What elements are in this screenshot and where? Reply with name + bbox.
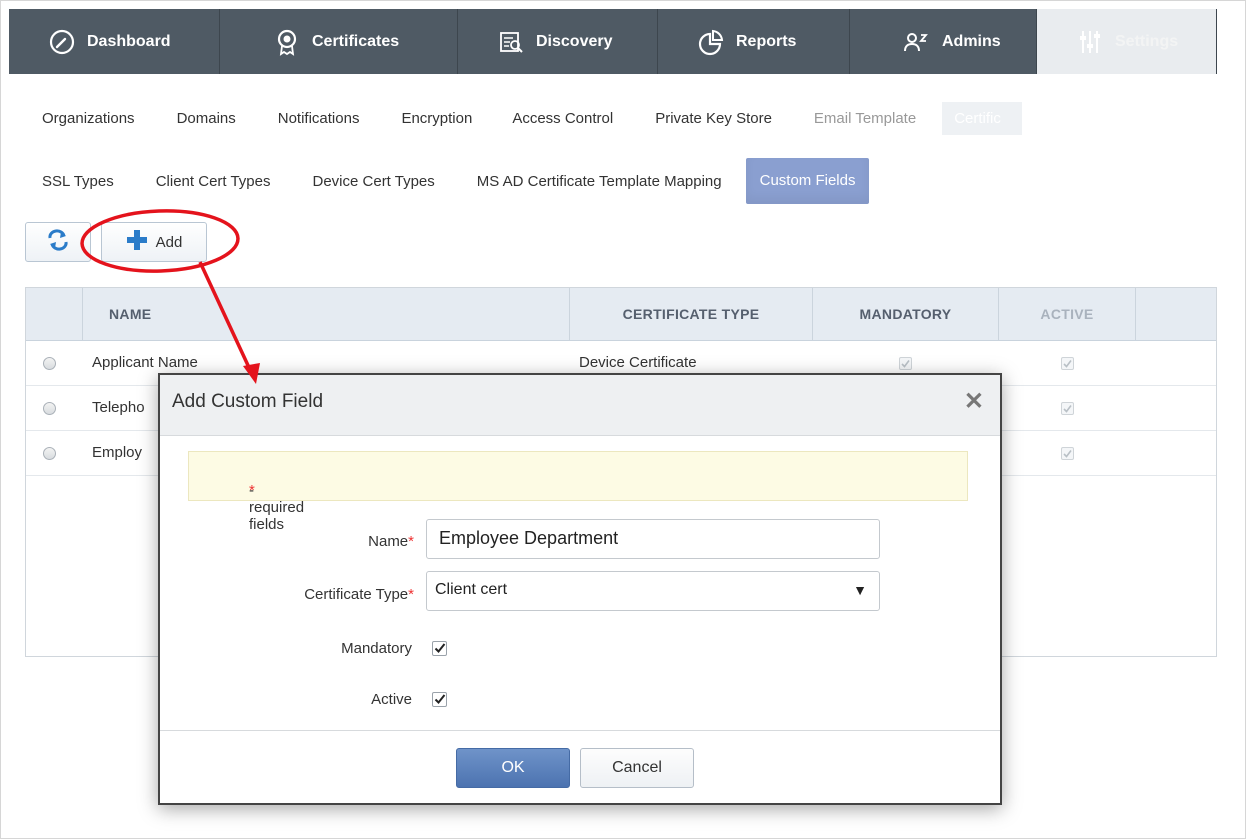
nav-tab-reports[interactable]: Reports: [658, 9, 850, 74]
nav-tab-admins[interactable]: Admins: [850, 9, 1037, 74]
active-label: Active: [371, 691, 412, 708]
gauge-icon: [47, 27, 77, 57]
row-radio[interactable]: [43, 402, 56, 415]
add-custom-field-dialog: Add Custom Field ✕ * -required fields Nam…: [158, 373, 1002, 805]
row-mandatory-checkbox: [899, 357, 912, 370]
nav-tab-dashboard[interactable]: Dashboard: [9, 9, 220, 74]
required-star: *: [408, 533, 414, 550]
certificate-type-label-text: Certificate Type: [304, 586, 409, 603]
nav-tab-label: Settings: [1115, 32, 1179, 50]
submenu-encryption[interactable]: Encryption: [401, 110, 472, 127]
certificate-icon: [272, 27, 302, 57]
nav-tab-settings[interactable]: Settings: [1037, 9, 1217, 74]
submenu-notifications[interactable]: Notifications: [278, 110, 360, 127]
top-navigation: Dashboard Certificates Discovery Reports…: [9, 9, 1217, 74]
submenu-device-cert-types[interactable]: Device Cert Types: [313, 173, 435, 190]
name-input[interactable]: Employee Department: [426, 519, 880, 559]
submenu-ssl-types[interactable]: SSL Types: [42, 173, 114, 190]
settings-submenu: Organizations Domains Notifications Encr…: [42, 100, 1023, 136]
row-name: Applicant Name: [92, 354, 198, 371]
sliders-icon: [1075, 27, 1105, 57]
row-name: Telepho: [92, 399, 145, 416]
active-checkbox[interactable]: [432, 692, 447, 707]
dropdown-caret-icon: ▼: [853, 582, 867, 598]
pie-chart-icon: [696, 27, 726, 57]
row-certificate-type: Device Certificate: [579, 354, 697, 371]
dialog-header: Add Custom Field ✕: [160, 375, 1000, 436]
row-active-checkbox: [1061, 357, 1074, 370]
submenu-private-key-store[interactable]: Private Key Store: [655, 110, 772, 127]
discovery-icon: [496, 27, 526, 57]
name-label: Name*: [368, 533, 414, 550]
nav-tab-label: Certificates: [312, 32, 400, 50]
row-name: Employ: [92, 444, 143, 461]
refresh-button[interactable]: [25, 222, 91, 262]
column-header-name[interactable]: NAME: [83, 288, 570, 340]
add-button[interactable]: Add: [101, 222, 207, 262]
certificate-type-select[interactable]: Client cert ▼: [426, 571, 880, 611]
add-button-label: Add: [155, 233, 183, 251]
custom-fields-submenu: SSL Types Client Cert Types Device Cert …: [42, 158, 870, 204]
refresh-icon: [46, 229, 70, 255]
nav-tab-label: Admins: [942, 32, 1001, 50]
notice-text: -required fields: [249, 482, 305, 533]
close-icon[interactable]: ✕: [964, 387, 984, 416]
nav-tab-certificates[interactable]: Certificates: [220, 9, 458, 74]
mandatory-checkbox[interactable]: [432, 641, 447, 656]
row-radio[interactable]: [43, 447, 56, 460]
nav-tab-label: Reports: [736, 32, 797, 50]
column-header-certificate-type[interactable]: CERTIFICATE TYPE: [570, 288, 813, 340]
name-label-text: Name: [368, 533, 409, 550]
submenu-certificate[interactable]: Certific: [942, 101, 1023, 135]
row-active-checkbox: [1061, 447, 1074, 460]
submenu-email-template[interactable]: Email Template: [814, 110, 916, 127]
nav-tab-discovery[interactable]: Discovery: [458, 9, 658, 74]
ok-button[interactable]: OK: [456, 748, 570, 788]
cancel-button[interactable]: Cancel: [580, 748, 694, 788]
column-header-active[interactable]: ACTIVE: [999, 288, 1136, 340]
nav-tab-label: Discovery: [536, 32, 613, 50]
table-header: NAME CERTIFICATE TYPE MANDATORY ACTIVE: [26, 288, 1216, 341]
plus-icon: [126, 229, 148, 255]
required-fields-notice: * -required fields: [188, 451, 968, 533]
select-column-header: [26, 288, 83, 340]
submenu-access-control[interactable]: Access Control: [512, 110, 613, 127]
admins-icon: [902, 27, 932, 57]
row-active-checkbox: [1061, 402, 1074, 415]
column-header-mandatory[interactable]: MANDATORY: [813, 288, 999, 340]
submenu-domains[interactable]: Domains: [177, 110, 236, 127]
certificate-type-value: Client cert: [435, 581, 508, 598]
required-star: *: [408, 586, 414, 603]
submenu-custom-fields[interactable]: Custom Fields: [745, 158, 870, 204]
dialog-title: Add Custom Field: [172, 391, 324, 412]
row-radio[interactable]: [43, 357, 56, 370]
submenu-organizations[interactable]: Organizations: [42, 110, 135, 127]
certificate-type-label: Certificate Type*: [304, 586, 414, 603]
submenu-ms-ad-mapping[interactable]: MS AD Certificate Template Mapping: [477, 173, 722, 190]
nav-tab-label: Dashboard: [87, 32, 171, 50]
mandatory-label: Mandatory: [341, 640, 412, 657]
submenu-client-cert-types[interactable]: Client Cert Types: [156, 173, 271, 190]
dialog-footer: OK Cancel: [160, 730, 1000, 803]
